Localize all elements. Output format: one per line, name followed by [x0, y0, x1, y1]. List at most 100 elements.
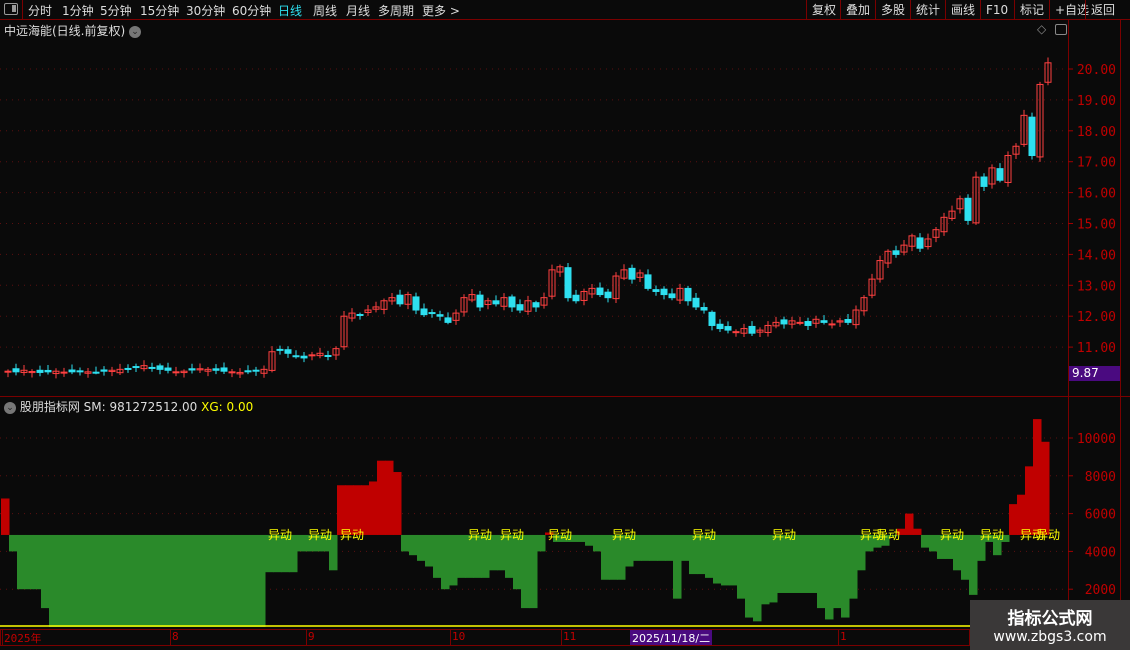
signal-label: 异动: [548, 528, 572, 542]
candle: [324, 354, 332, 357]
candle: [796, 321, 804, 324]
indicator-bar-down: [657, 534, 666, 561]
indicator-bar-down: [777, 534, 786, 593]
candle: [308, 354, 316, 357]
indicator-bar-down: [753, 534, 762, 622]
price-tick-label: 20.00: [1077, 63, 1116, 78]
indicator-bar-down: [209, 534, 218, 627]
watermark-title: 指标公式网: [1007, 609, 1093, 629]
indicator-bar-down: [969, 534, 978, 595]
indicator-bar-down: [641, 534, 650, 561]
tick: [561, 630, 562, 646]
candle: [564, 267, 572, 299]
tick: [450, 630, 451, 646]
indicator-bar-down: [513, 534, 522, 590]
indicator-bar-down: [241, 534, 250, 627]
indicator-bar-down: [433, 534, 442, 578]
indicator-bar-down: [81, 534, 90, 627]
sm-value: SM: 981272512.00: [83, 400, 198, 414]
indicator-bar-down: [649, 534, 658, 561]
price-tick-label: 17.00: [1077, 156, 1116, 171]
time-label: 10: [452, 630, 466, 643]
candle: [596, 287, 604, 296]
indicator-bar-down: [217, 534, 226, 627]
candle: [412, 296, 420, 311]
indicator-bar-down: [809, 534, 818, 593]
candle: [292, 355, 300, 358]
indicator-bar-down: [73, 534, 82, 627]
candle: [132, 366, 140, 369]
indicator-bar-down: [57, 534, 66, 627]
candle: [68, 369, 76, 373]
indicator-bar-down: [681, 534, 690, 561]
candle: [444, 317, 452, 323]
indicator-bar-down: [425, 534, 434, 567]
candle: [252, 369, 260, 372]
indicator-bar-down: [601, 534, 610, 580]
candle: [1028, 116, 1036, 157]
indicator-bar-down: [593, 534, 602, 552]
time-label: 8: [172, 630, 179, 643]
time-axis[interactable]: [0, 629, 970, 646]
indicator-tick-label: 2000: [1085, 583, 1116, 598]
indicator-bar-down: [17, 534, 26, 590]
candle: [508, 296, 516, 308]
price-tick-label: 19.00: [1077, 94, 1116, 109]
candle: [628, 267, 636, 280]
indicator-bar-down: [721, 534, 730, 586]
indicator-bar-down: [785, 534, 794, 593]
indicator-bar-down: [97, 534, 106, 627]
price-tick-label: 18.00: [1077, 125, 1116, 140]
indicator-bar-down: [825, 534, 834, 620]
indicator-bar-down: [737, 534, 746, 599]
indicator-bar-up: [1009, 504, 1018, 535]
indicator-bar-down: [409, 534, 418, 556]
indicator-bar-down: [177, 534, 186, 627]
indicator-tick-label: 4000: [1085, 545, 1116, 560]
candle: [436, 314, 444, 317]
candle: [396, 294, 404, 305]
price-tick-label: 12.00: [1077, 310, 1116, 325]
indicator-bar-up: [1, 498, 10, 535]
indicator-bar-down: [89, 534, 98, 627]
candle: [244, 370, 252, 373]
indicator-bar-down: [929, 534, 938, 552]
indicator-bar-down: [41, 534, 50, 609]
indicator-bar-up: [1025, 466, 1034, 535]
indicator-bar-down: [249, 534, 258, 627]
candle: [12, 368, 20, 373]
watermark: 指标公式网 www.zbgs3.com: [970, 600, 1130, 650]
signal-label: 异动: [308, 528, 332, 542]
candle: [44, 369, 52, 373]
signal-label: 异动: [468, 528, 492, 542]
time-label: 2025年: [4, 632, 42, 645]
indicator-bar-down: [33, 534, 42, 590]
indicator-bar-down: [297, 534, 306, 552]
price-tick-label: 11.00: [1077, 341, 1116, 356]
indicator-bar-up: [393, 472, 402, 535]
chart-canvas[interactable]: 20.00 19.00 18.00 17.00 16.00 15.00 14.00 13.00…: [0, 0, 1130, 650]
indicator-bar-up: [1033, 419, 1042, 535]
indicator-bar-up: [377, 460, 386, 535]
indicator-bar-down: [185, 534, 194, 627]
indicator-name: 股朋指标网: [19, 400, 80, 414]
chevron-down-icon[interactable]: ⌄: [4, 401, 16, 414]
indicator-bar-down: [201, 534, 210, 627]
indicator-bar-down: [921, 534, 930, 548]
indicator-bar-down: [153, 534, 162, 627]
candle: [164, 367, 172, 371]
candle: [228, 371, 236, 374]
indicator-bar-down: [193, 534, 202, 627]
candle: [652, 289, 660, 292]
candle: [708, 311, 716, 326]
candle: [732, 331, 740, 334]
signal-label: 异动: [692, 528, 716, 542]
indicator-bar-down: [761, 534, 770, 605]
signal-label: 异动: [500, 528, 524, 542]
candle: [148, 366, 156, 369]
indicator-bar-down: [233, 534, 242, 627]
candle: [300, 355, 308, 359]
candle: [892, 250, 900, 255]
indicator-bar-down: [577, 534, 586, 542]
tick: [838, 630, 839, 646]
